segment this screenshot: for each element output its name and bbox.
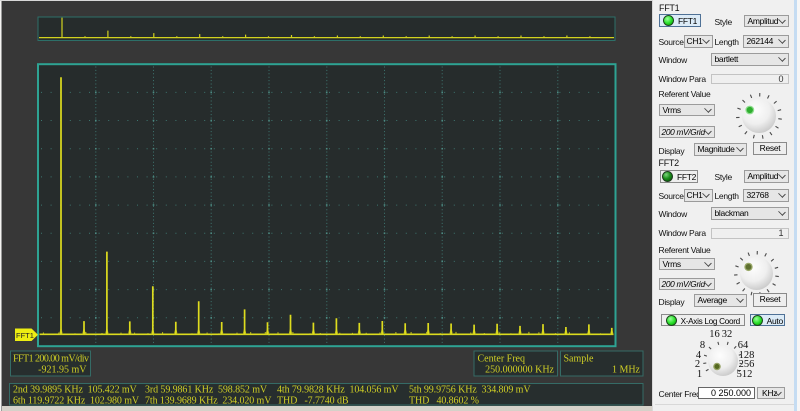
svg-text:5th 99.9756 KHz 334.809 mV: 5th 99.9756 KHz 334.809 mV: [409, 385, 531, 396]
svg-text:6th 119.9722 KHz 102.980 mV: 6th 119.9722 KHz 102.980 mV: [13, 395, 140, 406]
svg-text:FFT1: FFT1: [16, 331, 34, 340]
svg-text:250.000000 KHz: 250.000000 KHz: [485, 364, 554, 375]
svg-text:2nd 39.9895 KHz 105.422 mV: 2nd 39.9895 KHz 105.422 mV: [13, 385, 138, 396]
svg-text:THD 40.8602 %: THD 40.8602 %: [409, 395, 479, 406]
svg-text:FFT1 200.00 mV/div: FFT1 200.00 mV/div: [13, 353, 89, 364]
svg-text:Center Freq: Center Freq: [478, 353, 526, 364]
svg-text:-921.95 mV: -921.95 mV: [38, 364, 87, 375]
svg-text:7th 139.9689 KHz 234.020 mV: 7th 139.9689 KHz 234.020 mV: [145, 395, 272, 406]
svg-text:THD -7.7740 dB: THD -7.7740 dB: [277, 395, 349, 406]
svg-text:3rd 59.9861 KHz 598.852 mV: 3rd 59.9861 KHz 598.852 mV: [145, 385, 268, 396]
svg-text:Sample: Sample: [564, 353, 595, 364]
svg-text:1 MHz: 1 MHz: [612, 364, 641, 375]
svg-text:4th 79.9828 KHz 104.056 mV: 4th 79.9828 KHz 104.056 mV: [277, 385, 399, 396]
